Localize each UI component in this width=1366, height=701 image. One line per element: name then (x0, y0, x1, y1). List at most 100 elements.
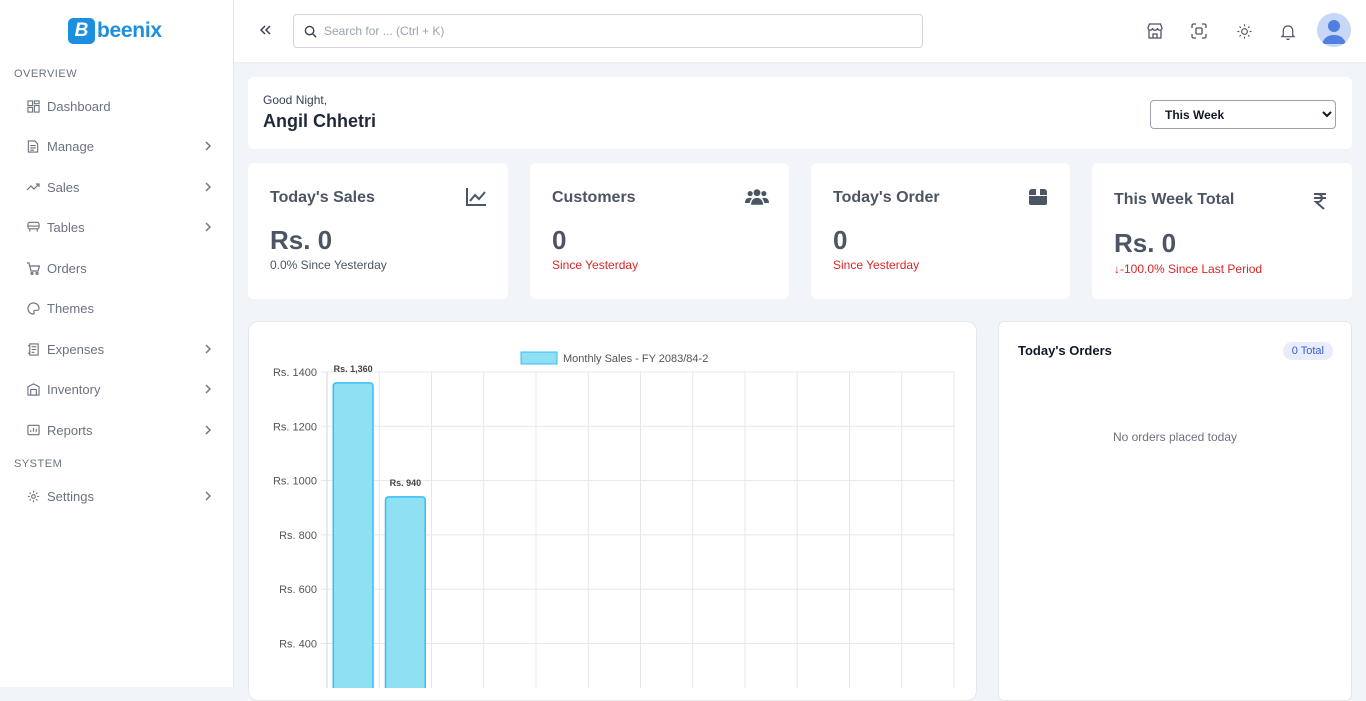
chevron-right-icon (204, 423, 212, 438)
stat-comparison: Since Yesterday (833, 258, 920, 272)
table-icon (26, 220, 40, 234)
stat-value: Rs. 0 (270, 225, 333, 255)
sidebar-item-settings[interactable]: Settings (26, 484, 216, 508)
stat-title: Today's Sales (270, 189, 375, 206)
search-box[interactable] (293, 14, 923, 48)
chevron-right-icon (204, 139, 212, 154)
sidebar-item-expenses[interactable]: Expenses (26, 337, 216, 361)
stat-card-todays-order: Today's Order 0 Since Yesterday (811, 163, 1070, 299)
sidebar-item-manage[interactable]: Manage (26, 134, 216, 158)
sun-icon (1236, 23, 1252, 39)
user-avatar-icon (1322, 20, 1346, 44)
cart-icon (26, 261, 40, 275)
receipt-icon (26, 342, 40, 356)
sidebar-item-label: Dashboard (47, 98, 111, 114)
sidebar-item-tables[interactable]: Tables (26, 215, 216, 239)
sidebar-item-label: Inventory (47, 381, 101, 397)
stat-comparison: ↓-100.0% Since Last Period (1114, 262, 1263, 276)
orders-count-badge: 0 Total (1282, 342, 1333, 360)
search-icon (304, 25, 317, 38)
sidebar-item-inventory[interactable]: Inventory (26, 377, 216, 401)
sidebar-item-label: Themes (47, 300, 94, 316)
brand-name: beenix (97, 19, 162, 42)
bar-month-1 (332, 382, 374, 701)
sidebar-item-label: Settings (47, 488, 94, 504)
stat-value: 0 (833, 225, 848, 255)
users-icon (745, 186, 769, 208)
stat-value: Rs. 0 (1114, 228, 1177, 258)
notifications-button[interactable] (1277, 20, 1299, 42)
section-label-system: SYSTEM (14, 458, 63, 470)
avatar[interactable] (1317, 13, 1351, 47)
fullscreen-icon (1191, 23, 1207, 39)
trend-icon (26, 180, 40, 194)
topbar (234, 0, 1366, 62)
greeting-user-name: Angil Chhetri (263, 111, 376, 131)
chevron-right-icon (204, 220, 212, 235)
line-chart-icon (464, 186, 488, 208)
stat-title: This Week Total (1114, 191, 1235, 208)
rupee-icon (1308, 190, 1332, 212)
double-chevron-left-icon (260, 25, 271, 35)
period-select[interactable]: This Week (1150, 100, 1336, 129)
y-tick-label: Rs. 1200 (273, 421, 317, 433)
y-tick-label: Rs. 400 (279, 639, 317, 651)
chevron-right-icon (204, 382, 212, 397)
search-input[interactable] (324, 24, 904, 38)
chevron-right-icon (204, 489, 212, 504)
sidebar-item-dashboard[interactable]: Dashboard (26, 94, 216, 118)
sidebar-item-sales[interactable]: Sales (26, 175, 216, 199)
legend-swatch (520, 351, 558, 365)
legend-label: Monthly Sales - FY 2083/84-2 (563, 353, 708, 365)
sidebar-item-themes[interactable]: Themes (26, 296, 216, 320)
brand-mark: B (68, 18, 95, 44)
orders-empty-message: No orders placed today (1112, 430, 1238, 444)
stat-card-customers: Customers 0 Since Yesterday (530, 163, 789, 299)
greeting-salutation: Good Night, (263, 93, 328, 107)
y-tick-label: Rs. 800 (279, 530, 317, 542)
gear-icon (26, 489, 40, 503)
bar-month-2 (384, 496, 426, 701)
bar-data-label: Rs. 1,360 (334, 364, 373, 374)
document-icon (26, 139, 40, 153)
fullscreen-button[interactable] (1188, 20, 1210, 42)
stat-card-todays-sales: Today's Sales Rs. 0 0.0% Since Yesterday (248, 163, 508, 299)
store-icon (1147, 23, 1163, 39)
stat-title: Customers (552, 189, 636, 206)
chevron-right-icon (204, 342, 212, 357)
sidebar-item-label: Expenses (47, 341, 105, 357)
sidebar: B beenix OVERVIEW Dashboard Manage Sales… (0, 0, 234, 687)
sidebar-item-reports[interactable]: Reports (26, 418, 216, 442)
sidebar-item-label: Manage (47, 138, 94, 154)
collapse-sidebar-button[interactable] (256, 20, 276, 40)
theme-toggle-button[interactable] (1233, 20, 1255, 42)
sidebar-item-label: Sales (47, 179, 80, 195)
stat-card-this-week-total: This Week Total Rs. 0 ↓-100.0% Since Las… (1092, 163, 1352, 299)
palette-icon (26, 301, 40, 315)
report-icon (26, 423, 40, 437)
todays-orders-card: Today's Orders 0 Total No orders placed … (998, 321, 1352, 701)
monthly-sales-chart: Rs. 1400 Rs. 1200 Rs. 1000 Rs. 800 Rs. 600 Rs… (273, 351, 955, 701)
sidebar-item-orders[interactable]: Orders (26, 256, 216, 280)
store-button[interactable] (1144, 20, 1166, 42)
bell-icon (1280, 24, 1296, 40)
brand-logo[interactable]: B beenix (68, 18, 162, 44)
orders-title: Today's Orders (1018, 343, 1112, 358)
y-tick-label: Rs. 1400 (273, 367, 317, 379)
grid-icon (26, 99, 40, 113)
sidebar-item-label: Reports (47, 422, 93, 438)
stat-comparison: Since Yesterday (552, 258, 639, 272)
greeting-card: Good Night, Angil Chhetri This Week (248, 77, 1352, 149)
warehouse-icon (26, 382, 40, 396)
stat-comparison: 0.0% Since Yesterday (270, 258, 387, 272)
sidebar-item-label: Orders (47, 260, 87, 276)
y-tick-label: Rs. 1000 (273, 476, 317, 488)
box-icon (1026, 186, 1050, 208)
y-tick-label: Rs. 600 (279, 584, 317, 596)
sidebar-item-label: Tables (47, 219, 85, 235)
stat-value: 0 (552, 225, 567, 255)
monthly-sales-chart-card: Rs. 1400 Rs. 1200 Rs. 1000 Rs. 800 Rs. 600 Rs… (248, 321, 977, 701)
stat-title: Today's Order (833, 189, 940, 206)
section-label-overview: OVERVIEW (14, 68, 78, 80)
bar-data-label: Rs. 940 (390, 478, 422, 488)
